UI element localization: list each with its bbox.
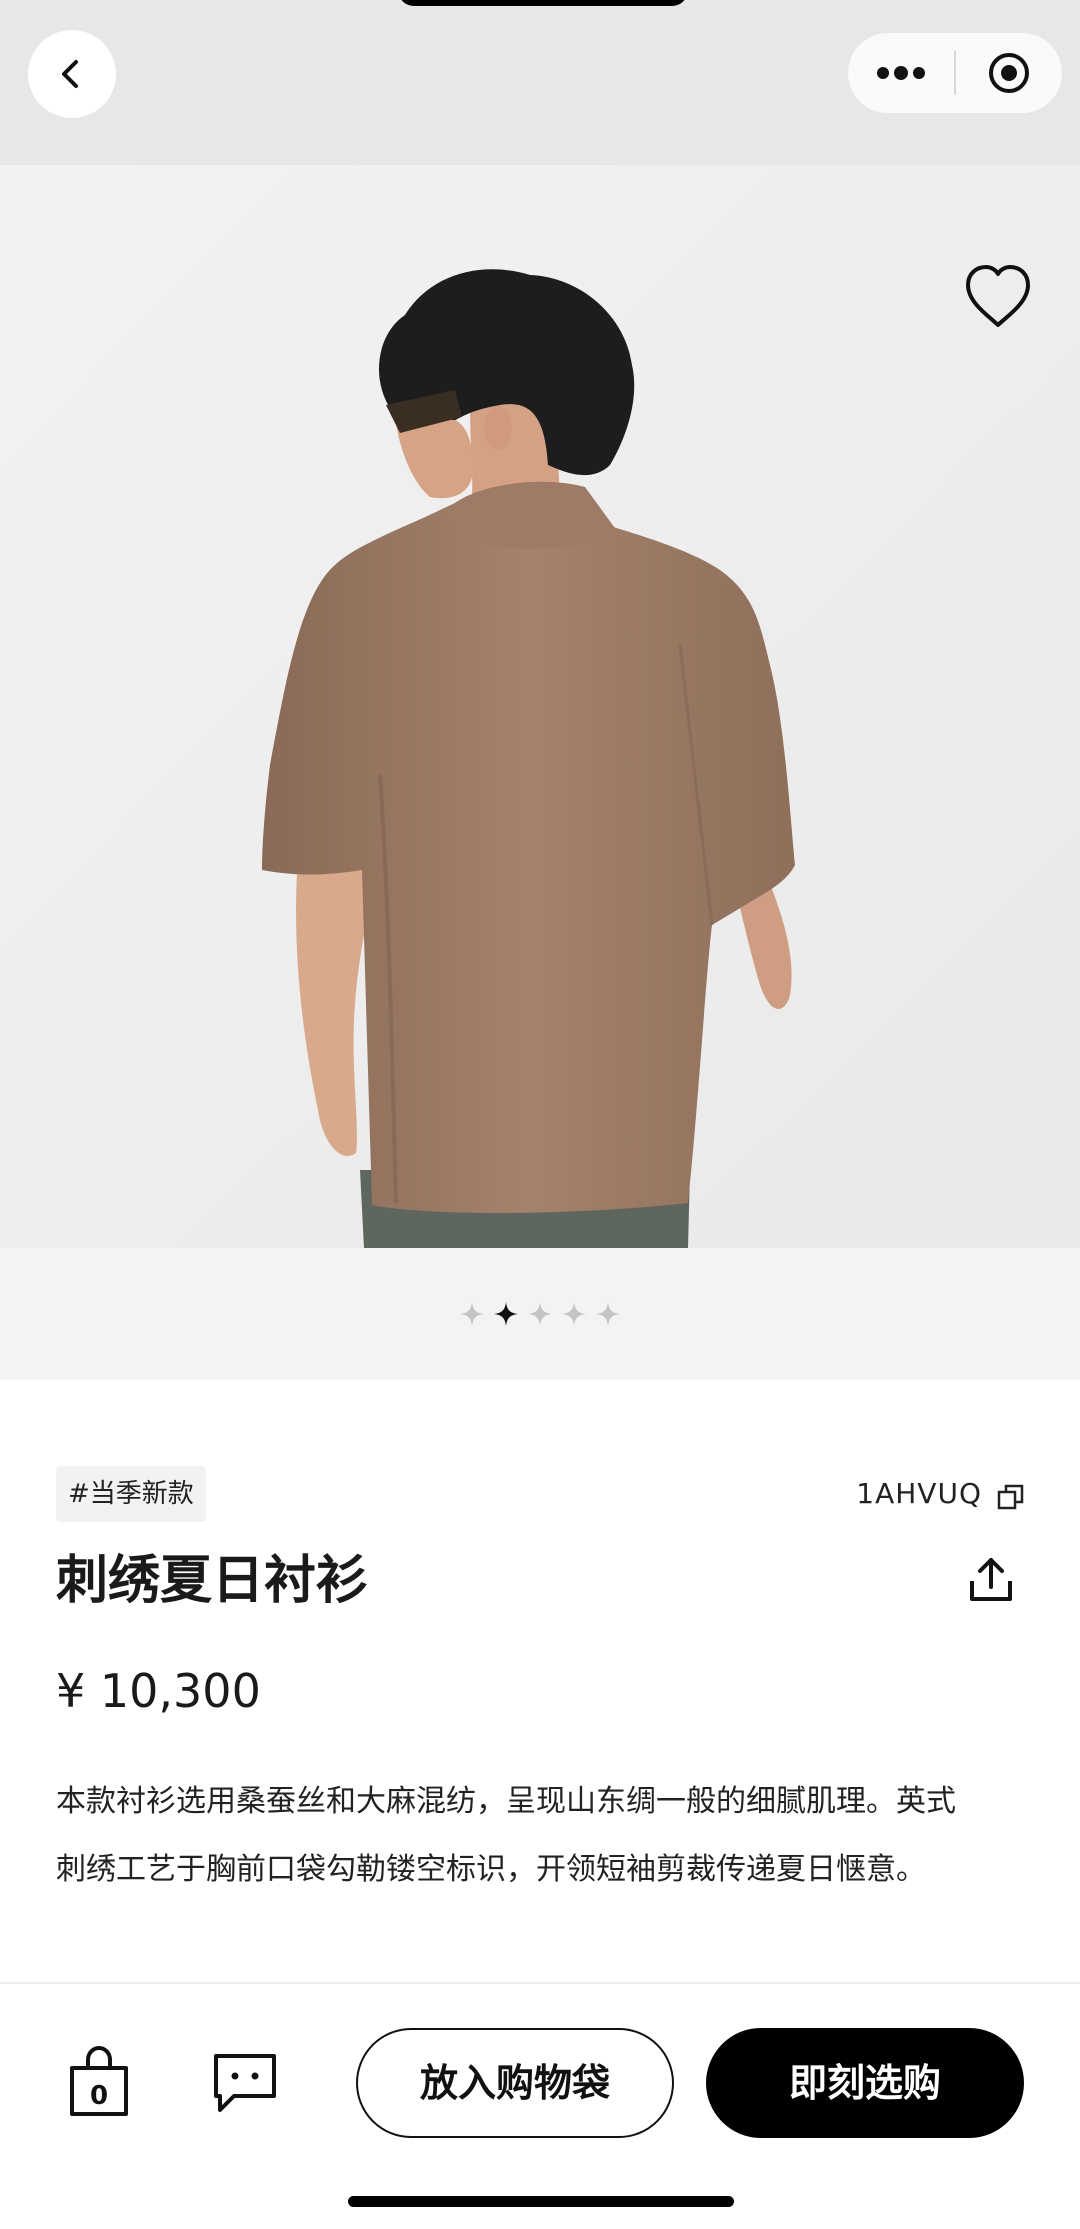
share-icon[interactable] — [966, 1555, 1016, 1605]
camera-notch — [398, 0, 688, 6]
product-photo — [0, 165, 1080, 1248]
gallery-pagination — [0, 1248, 1080, 1380]
more-dots-icon — [877, 66, 925, 80]
buy-now-button[interactable]: 即刻选购 — [706, 2028, 1024, 2138]
pagination-dot-active[interactable] — [493, 1301, 519, 1327]
product-image-gallery[interactable] — [0, 165, 1080, 1248]
pagination-dot[interactable] — [527, 1301, 553, 1327]
description-line: 本款衬衫选用桑蚕丝和大麻混纺，呈现山东绸一般的细腻肌理。英式 — [56, 1784, 956, 1819]
copy-icon[interactable] — [996, 1482, 1026, 1512]
pagination-dot[interactable] — [459, 1301, 485, 1327]
description-line: 刺绣工艺于胸前口袋勾勒镂空标识，开领短袖剪裁传递夏日惬意。 — [56, 1852, 926, 1887]
mini-program-capsule — [848, 33, 1062, 113]
action-bar-divider — [0, 1982, 1080, 1984]
product-price: ¥ 10,300 — [56, 1664, 261, 1718]
close-mini-program-button[interactable] — [956, 33, 1062, 113]
more-button[interactable] — [848, 33, 954, 113]
pagination-dot[interactable] — [595, 1301, 621, 1327]
top-nav-bar — [0, 0, 1080, 165]
season-tag[interactable]: #当季新款 — [56, 1466, 206, 1522]
chevron-left-icon — [62, 60, 78, 88]
pagination-dot[interactable] — [561, 1301, 587, 1327]
product-description: 本款衬衫选用桑蚕丝和大麻混纺，呈现山东绸一般的细腻肌理。英式 刺绣工艺于胸前口袋… — [56, 1768, 1016, 1904]
product-sku: 1AHVUQ — [856, 1477, 982, 1510]
chat-icon[interactable] — [210, 2050, 280, 2116]
back-button[interactable] — [28, 30, 116, 118]
target-circle-icon — [989, 53, 1029, 93]
bag-count-badge: 0 — [89, 2081, 109, 2111]
add-to-bag-button[interactable]: 放入购物袋 — [356, 2028, 674, 2138]
product-title: 刺绣夏日衬衫 — [56, 1551, 369, 1611]
heart-outline-icon[interactable] — [960, 259, 1036, 335]
home-indicator — [348, 2196, 734, 2207]
